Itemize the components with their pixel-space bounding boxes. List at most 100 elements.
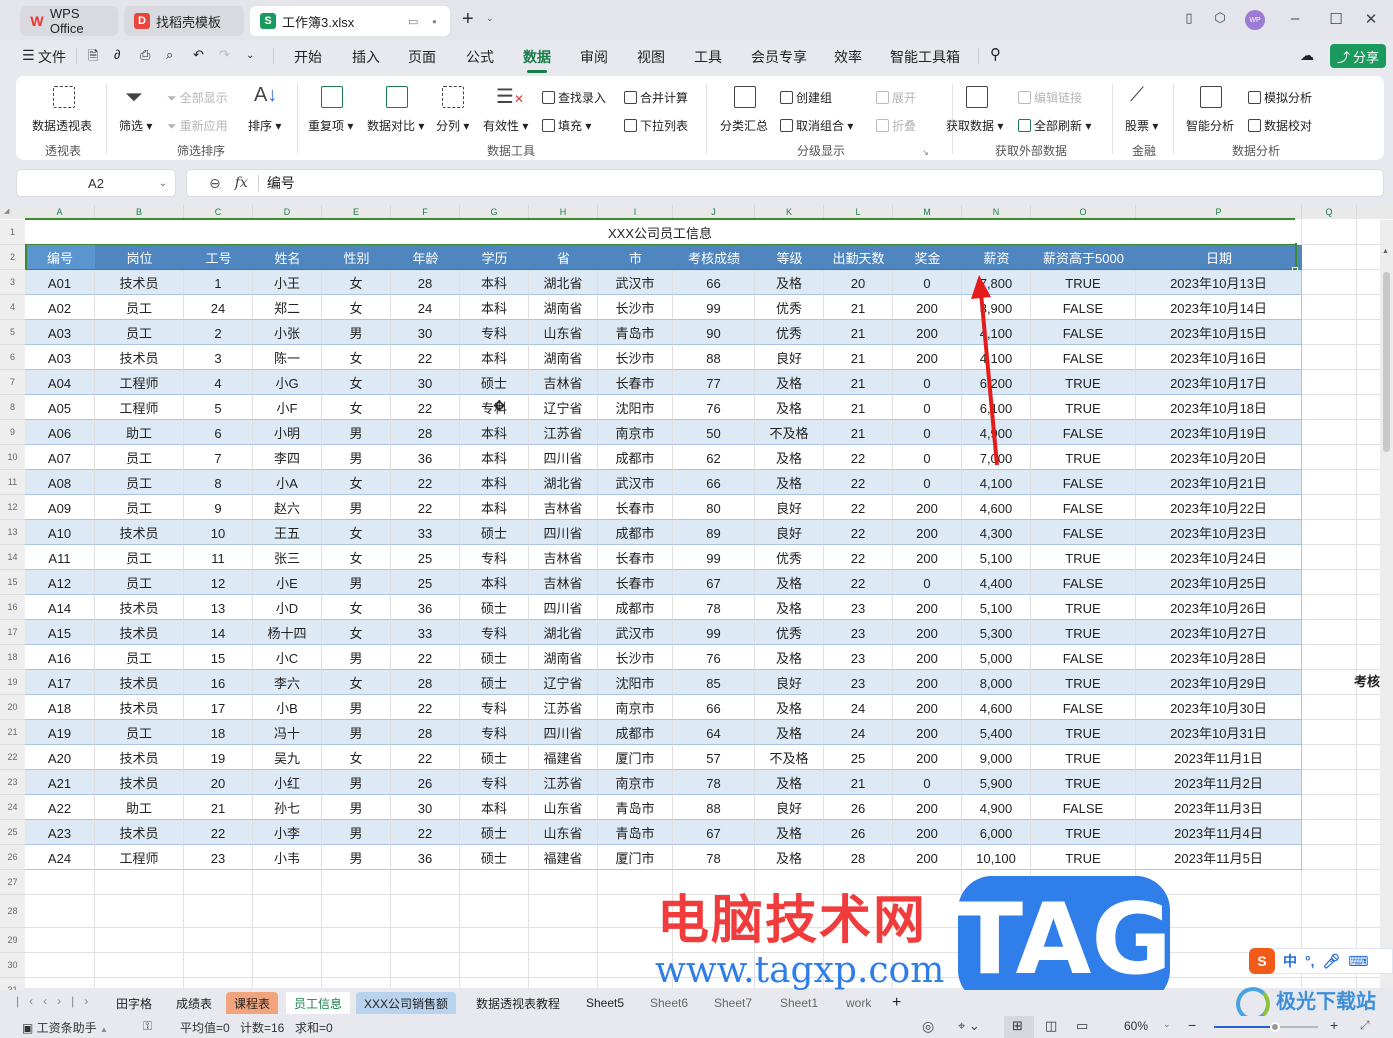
row-header[interactable]: 25	[0, 820, 25, 845]
avatar[interactable]: WP	[1245, 10, 1265, 30]
table-cell[interactable]: 200	[893, 545, 962, 570]
table-cell[interactable]: 沈阳市	[598, 395, 673, 420]
table-cell[interactable]: 江苏省	[529, 695, 598, 720]
table-cell[interactable]: 5,100	[962, 545, 1031, 570]
table-cell[interactable]: 6	[184, 420, 253, 445]
sheet-tab[interactable]: work	[838, 992, 879, 1014]
table-cell[interactable]: 江苏省	[529, 420, 598, 445]
tablet-icon[interactable]: ▯	[1178, 10, 1200, 26]
table-cell[interactable]: 0	[893, 470, 962, 495]
table-cell[interactable]: 技术员	[95, 345, 184, 370]
table-cell[interactable]: FALSE	[1031, 495, 1136, 520]
table-cell[interactable]: 小王	[253, 270, 322, 295]
table-cell[interactable]: 小韦	[253, 845, 322, 870]
table-cell[interactable]: A08	[25, 470, 95, 495]
split-column-button[interactable]: 分列 ▾	[436, 117, 469, 134]
table-cell[interactable]: TRUE	[1031, 745, 1136, 770]
normal-view-button[interactable]: ⊞	[1004, 1016, 1034, 1038]
table-cell[interactable]: 技术员	[95, 745, 184, 770]
data-compare-button[interactable]: 数据对比 ▾	[367, 117, 424, 134]
table-cell[interactable]: 专科	[460, 320, 529, 345]
save-icon[interactable]: 🗎	[88, 47, 98, 69]
table-cell[interactable]: 16	[184, 670, 253, 695]
table-cell[interactable]: 77	[673, 370, 755, 395]
menu-insert[interactable]: 插入	[352, 47, 380, 67]
table-cell[interactable]: 男	[322, 720, 391, 745]
ungroup-button[interactable]: 取消组合 ▾	[780, 117, 853, 134]
table-cell[interactable]: TRUE	[1031, 770, 1136, 795]
table-cell[interactable]: A06	[25, 420, 95, 445]
table-cell[interactable]: 2023年10月25日	[1136, 570, 1302, 595]
table-cell[interactable]: 及格	[755, 770, 824, 795]
row-header[interactable]: 8	[0, 395, 25, 420]
table-cell[interactable]: 湖南省	[529, 295, 598, 320]
column-header[interactable]: A	[25, 205, 95, 219]
row-header[interactable]: 3	[0, 270, 25, 295]
table-cell[interactable]: A02	[25, 295, 95, 320]
table-cell[interactable]: 长沙市	[598, 295, 673, 320]
table-cell[interactable]: A21	[25, 770, 95, 795]
sheet-nav-arrows[interactable]: |‹‹›|›	[16, 994, 98, 1008]
table-cell[interactable]: 1	[184, 270, 253, 295]
ime-punct[interactable]: °,	[1305, 953, 1315, 969]
table-cell[interactable]: 工程师	[95, 395, 184, 420]
table-cell[interactable]: 30	[391, 795, 460, 820]
table-cell[interactable]: 技术员	[95, 270, 184, 295]
table-cell[interactable]: 硕士	[460, 645, 529, 670]
table-cell[interactable]: 30	[391, 370, 460, 395]
formula-input[interactable]: 编号	[267, 173, 295, 193]
table-cell[interactable]: 女	[322, 545, 391, 570]
fill-button[interactable]: 填充 ▾	[542, 117, 591, 134]
table-cell[interactable]: A07	[25, 445, 95, 470]
table-cell[interactable]: 200	[893, 820, 962, 845]
table-cell[interactable]: 男	[322, 445, 391, 470]
column-header[interactable]: G	[460, 205, 529, 219]
table-cell[interactable]: 厦门市	[598, 745, 673, 770]
table-cell[interactable]: 孙七	[253, 795, 322, 820]
table-cell[interactable]: 66	[673, 270, 755, 295]
table-cell[interactable]: TRUE	[1031, 545, 1136, 570]
table-cell[interactable]: 4	[184, 370, 253, 395]
table-cell[interactable]: 女	[322, 620, 391, 645]
table-cell[interactable]: 200	[893, 520, 962, 545]
table-cell[interactable]: 2	[184, 320, 253, 345]
table-cell[interactable]: 23	[824, 670, 893, 695]
table-cell[interactable]: 本科	[460, 345, 529, 370]
table-cell[interactable]: 郑二	[253, 295, 322, 320]
table-cell[interactable]: 21	[824, 345, 893, 370]
data-verify-button[interactable]: 数据校对	[1248, 117, 1312, 134]
table-cell[interactable]: 17	[184, 695, 253, 720]
table-cell[interactable]: TRUE	[1031, 620, 1136, 645]
table-cell[interactable]: 成都市	[598, 445, 673, 470]
screen-icon[interactable]: ▭	[408, 15, 418, 28]
table-cell[interactable]: 36	[391, 845, 460, 870]
row-header[interactable]: 10	[0, 445, 25, 470]
table-cell[interactable]: 男	[322, 845, 391, 870]
table-cell[interactable]: A23	[25, 820, 95, 845]
table-cell[interactable]: FALSE	[1031, 320, 1136, 345]
column-header[interactable]: K	[755, 205, 824, 219]
row-header[interactable]: 19	[0, 670, 25, 695]
table-cell[interactable]: 24	[824, 695, 893, 720]
table-cell[interactable]: 李六	[253, 670, 322, 695]
table-cell[interactable]: 优秀	[755, 320, 824, 345]
table-cell[interactable]: 200	[893, 695, 962, 720]
table-cell[interactable]: 23	[184, 845, 253, 870]
sheet-tab[interactable]: Sheet6	[642, 992, 696, 1014]
row-header[interactable]: 14	[0, 545, 25, 570]
table-title[interactable]: XXX公司员工信息	[25, 220, 1295, 244]
table-cell[interactable]: 优秀	[755, 295, 824, 320]
table-cell[interactable]: 男	[322, 320, 391, 345]
table-cell[interactable]: 200	[893, 595, 962, 620]
table-cell[interactable]: 青岛市	[598, 320, 673, 345]
row-header[interactable]: 29	[0, 928, 25, 953]
sheet-tab[interactable]: 数据透视表教程	[468, 992, 568, 1014]
expand-button[interactable]: 展开	[876, 89, 916, 106]
table-cell[interactable]: 小D	[253, 595, 322, 620]
table-cell[interactable]: 成都市	[598, 520, 673, 545]
table-cell[interactable]: 及格	[755, 845, 824, 870]
table-cell[interactable]: 5	[184, 395, 253, 420]
table-cell[interactable]: 23	[824, 645, 893, 670]
table-cell[interactable]: 24	[391, 295, 460, 320]
table-cell[interactable]: 2023年11月3日	[1136, 795, 1302, 820]
